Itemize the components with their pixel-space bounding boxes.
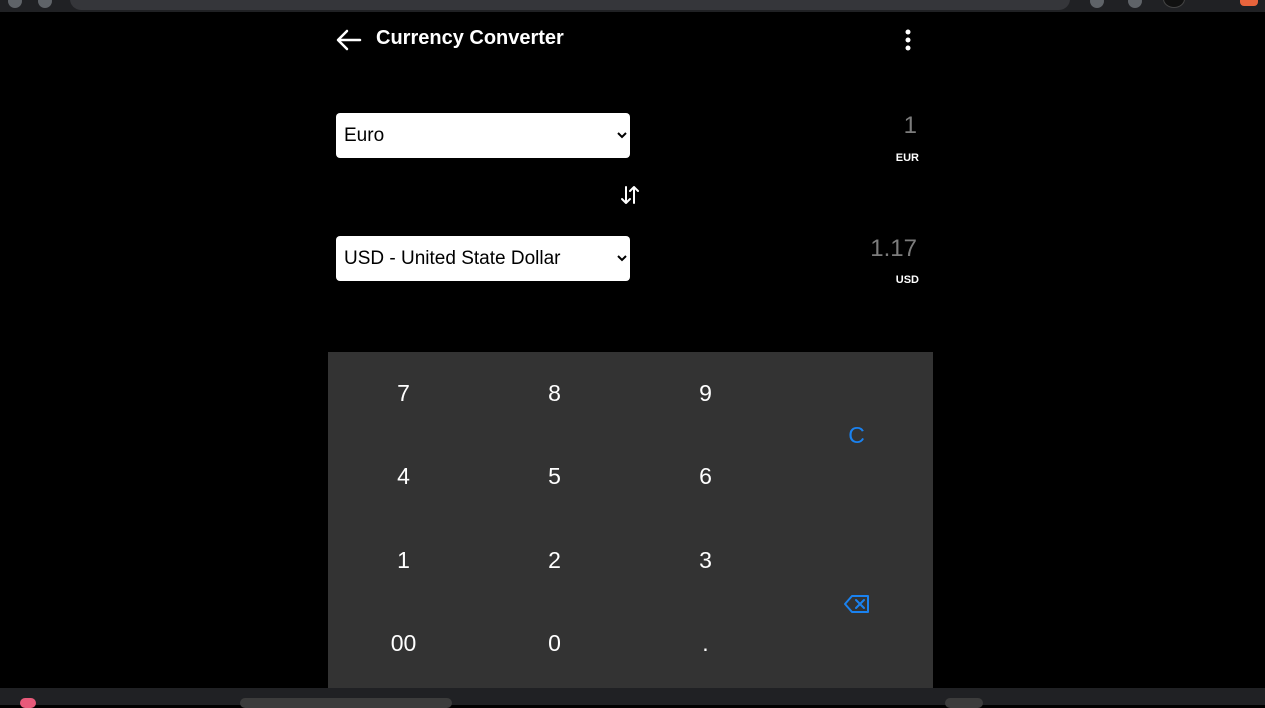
profile-avatar[interactable] xyxy=(1163,0,1185,8)
extensions-icon[interactable] xyxy=(1090,0,1104,8)
key-2[interactable]: 2 xyxy=(479,519,630,602)
to-currency-code: USD xyxy=(895,274,919,286)
key-0[interactable]: 0 xyxy=(479,602,630,685)
more-vertical-icon[interactable] xyxy=(898,26,918,54)
key-3[interactable]: 3 xyxy=(630,519,781,602)
browser-chrome xyxy=(0,0,1265,12)
key-8[interactable]: 8 xyxy=(479,352,630,435)
key-6[interactable]: 6 xyxy=(630,435,781,518)
swap-vertical-icon[interactable] xyxy=(620,184,640,206)
clear-button[interactable]: C xyxy=(781,352,932,519)
from-currency-code: EUR xyxy=(895,152,919,164)
key-00[interactable]: 00 xyxy=(328,602,479,685)
taskbar-window[interactable] xyxy=(240,698,452,708)
taskbar-tray-icon[interactable] xyxy=(945,698,983,708)
media-icon[interactable] xyxy=(1128,0,1142,8)
nav-back-icon[interactable] xyxy=(8,0,22,8)
to-amount: 1.17 xyxy=(870,235,917,262)
key-decimal[interactable]: . xyxy=(630,602,781,685)
address-bar[interactable] xyxy=(70,0,1070,10)
to-currency-select[interactable]: USD - United State Dollar xyxy=(336,236,630,281)
key-1[interactable]: 1 xyxy=(328,519,479,602)
app-header: Currency Converter xyxy=(328,12,933,68)
browser-extension-icon[interactable] xyxy=(1240,0,1258,6)
taskbar xyxy=(0,688,1265,708)
key-9[interactable]: 9 xyxy=(630,352,781,435)
key-4[interactable]: 4 xyxy=(328,435,479,518)
from-amount[interactable]: 1 xyxy=(904,112,917,140)
backspace-icon xyxy=(843,594,869,613)
key-5[interactable]: 5 xyxy=(479,435,630,518)
page-title: Currency Converter xyxy=(376,27,564,49)
numeric-keypad: 7 8 9 4 5 6 1 2 3 00 0 . C xyxy=(328,352,933,688)
key-7[interactable]: 7 xyxy=(328,352,479,435)
currency-converter-app: Currency Converter Euro 1 EUR USD - Unit… xyxy=(328,12,933,688)
taskbar-app-icon[interactable] xyxy=(20,698,36,708)
reload-icon[interactable] xyxy=(38,0,52,8)
from-currency-select[interactable]: Euro xyxy=(336,113,630,158)
arrow-left-icon[interactable] xyxy=(334,26,362,54)
backspace-button[interactable] xyxy=(781,519,932,688)
